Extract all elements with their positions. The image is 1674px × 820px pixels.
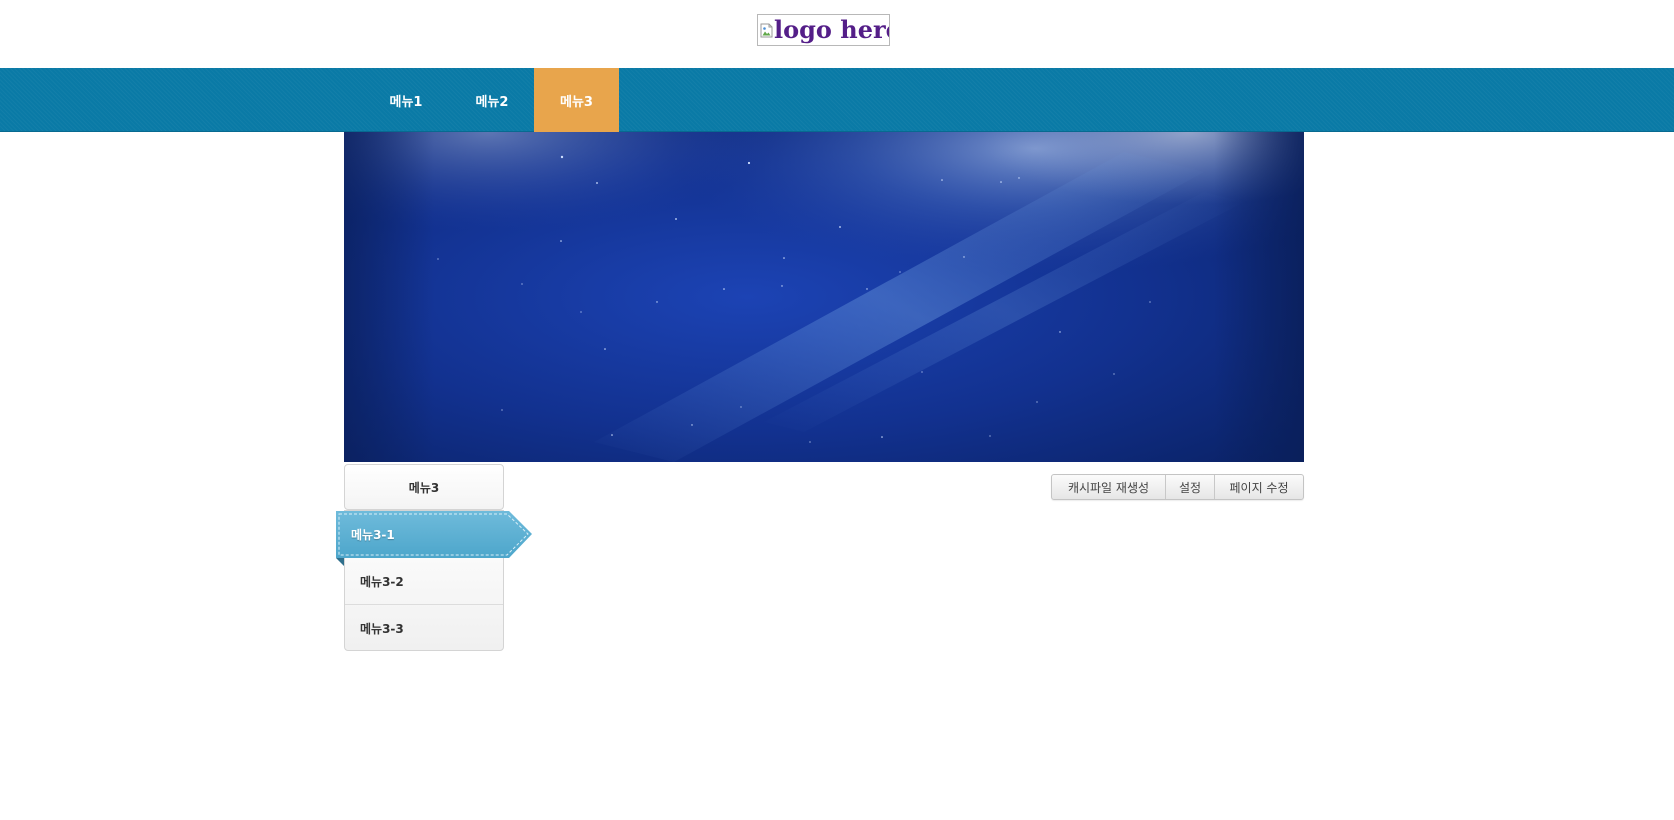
edit-page-button[interactable]: 페이지 수정	[1214, 475, 1303, 499]
submenu-item-3-3[interactable]: 메뉴3-3	[345, 604, 503, 651]
nav-item-menu1[interactable]: 메뉴1	[370, 68, 442, 132]
submenu-title: 메뉴3	[344, 464, 504, 510]
settings-button[interactable]: 설정	[1165, 475, 1214, 499]
admin-button-group: 캐시파일 재생성 설정 페이지 수정	[1051, 474, 1304, 500]
nav-item-menu3[interactable]: 메뉴3	[534, 68, 619, 132]
site-logo[interactable]: logo here	[757, 14, 890, 46]
hero-banner	[344, 132, 1304, 462]
nav-item-menu2[interactable]: 메뉴2	[456, 68, 528, 132]
space-banner-image	[344, 132, 1304, 462]
submenu-item-3-1[interactable]: 메뉴3-1	[336, 510, 532, 567]
broken-image-icon	[760, 23, 773, 37]
page: logo here 메뉴1 메뉴2 메뉴3 메뉴3 메뉴3-2 메뉴3-3 메뉴…	[0, 0, 1674, 820]
regenerate-cache-button[interactable]: 캐시파일 재생성	[1052, 475, 1165, 499]
logo-alt-text: logo here	[774, 15, 890, 44]
main-nav: 메뉴1 메뉴2 메뉴3	[0, 68, 1674, 132]
active-item-label: 메뉴3-1	[351, 527, 395, 542]
